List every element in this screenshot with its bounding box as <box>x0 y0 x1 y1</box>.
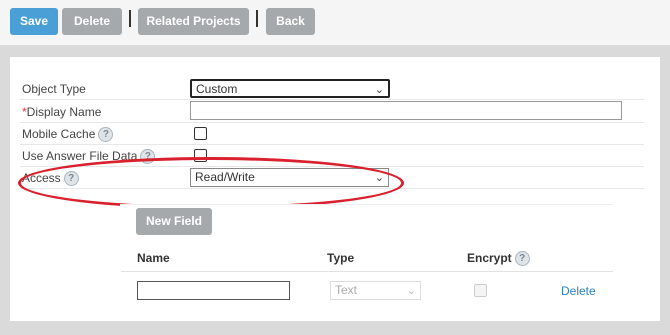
toolbar-separator <box>256 10 258 27</box>
display-name-label: *Display Name <box>22 105 101 119</box>
column-header-type: Type <box>327 251 355 265</box>
chevron-down-icon: ⌄ <box>406 285 416 297</box>
related-projects-button[interactable]: Related Projects <box>138 8 249 35</box>
toolbar: Save Delete Related Projects Back <box>0 0 670 45</box>
object-type-label: Object Type <box>22 82 86 96</box>
help-icon[interactable]: ? <box>140 149 156 165</box>
mobile-cache-label-text: Mobile Cache <box>22 127 96 141</box>
mobile-cache-label: Mobile Cache? <box>22 127 114 143</box>
use-answer-file-data-label-text: Use Answer File Data <box>22 149 138 163</box>
column-header-encrypt-text: Encrypt <box>467 251 512 265</box>
object-type-value: Custom <box>196 82 238 96</box>
toolbar-separator <box>129 10 131 27</box>
help-icon[interactable]: ? <box>514 251 530 267</box>
display-name-input[interactable] <box>190 101 622 120</box>
help-icon[interactable]: ? <box>98 127 114 143</box>
help-icon[interactable]: ? <box>63 171 79 187</box>
table-header-divider <box>121 271 613 272</box>
save-button[interactable]: Save <box>10 8 58 35</box>
encrypt-checkbox[interactable] <box>474 284 487 297</box>
field-type-select[interactable]: Text ⌄ <box>330 281 421 300</box>
column-header-encrypt: Encrypt? <box>467 251 530 267</box>
field-name-input[interactable] <box>137 281 290 300</box>
column-header-name: Name <box>137 251 170 265</box>
chevron-down-icon: ⌄ <box>374 84 384 96</box>
display-name-label-text: Display Name <box>26 105 102 119</box>
mobile-cache-checkbox[interactable] <box>194 127 207 140</box>
new-field-button[interactable]: New Field <box>136 208 212 235</box>
back-button[interactable]: Back <box>266 8 315 35</box>
field-type-value: Text <box>335 283 358 297</box>
delete-field-link[interactable]: Delete <box>561 284 596 298</box>
mobile-cache-row: Mobile Cache? <box>20 123 644 145</box>
delete-button[interactable]: Delete <box>62 8 122 35</box>
chevron-down-icon: ⌄ <box>374 172 384 184</box>
use-answer-file-data-checkbox[interactable] <box>194 149 207 162</box>
access-label: Access? <box>22 171 79 187</box>
use-answer-file-data-label: Use Answer File Data? <box>22 149 156 165</box>
access-label-text: Access <box>22 171 61 185</box>
object-type-select[interactable]: Custom ⌄ <box>190 79 390 98</box>
use-answer-file-data-row: Use Answer File Data? <box>20 145 644 167</box>
access-value: Read/Write <box>195 170 255 184</box>
access-select[interactable]: Read/Write ⌄ <box>190 168 389 187</box>
